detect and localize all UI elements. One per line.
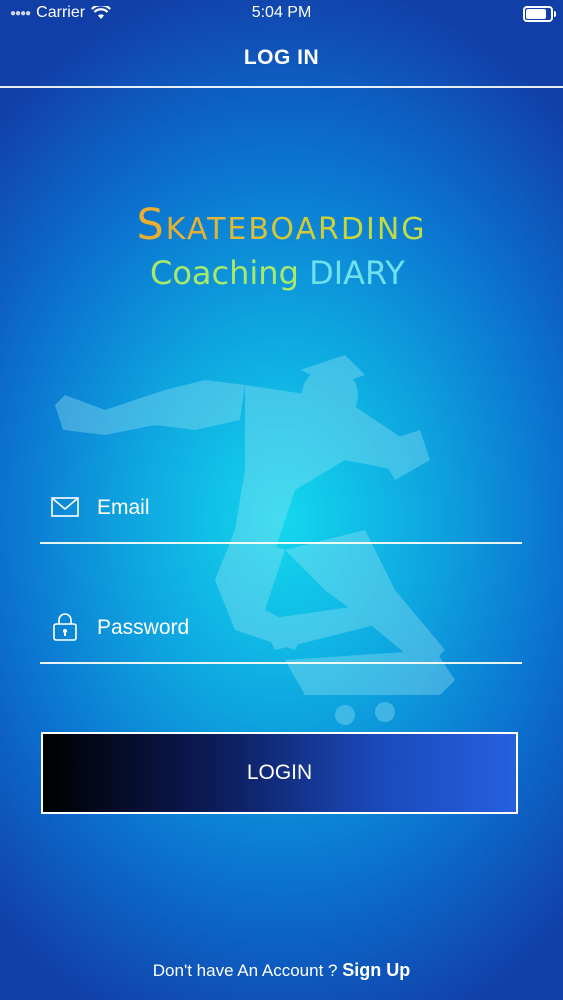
clock: 5:04 PM	[251, 4, 312, 21]
logo-subtitle: Coaching DIARY	[0, 254, 563, 292]
navigation-bar: LOG IN	[0, 30, 563, 88]
logo-subtitle-word1: Coaching	[150, 254, 299, 292]
logo-title: Skateboarding	[0, 200, 563, 250]
page-title: LOG IN	[243, 46, 320, 69]
password-input[interactable]	[95, 610, 509, 646]
email-field[interactable]	[40, 482, 522, 544]
signup-prompt: Don't have An Account ? Sign Up	[0, 960, 563, 981]
signup-link[interactable]: Sign Up	[342, 960, 410, 980]
app-logo: Skateboarding Coaching DIARY	[0, 200, 563, 292]
status-bar: ●●●● Carrier 5:04 PM	[0, 0, 563, 28]
login-button[interactable]: LOGIN	[41, 732, 518, 814]
battery-icon	[523, 6, 556, 22]
lock-icon	[53, 613, 77, 641]
logo-subtitle-word2: DIARY	[309, 254, 405, 292]
signup-prompt-text: Don't have An Account ?	[152, 961, 343, 980]
email-input[interactable]	[95, 490, 509, 526]
password-field[interactable]	[40, 602, 522, 664]
mail-icon	[51, 497, 79, 517]
